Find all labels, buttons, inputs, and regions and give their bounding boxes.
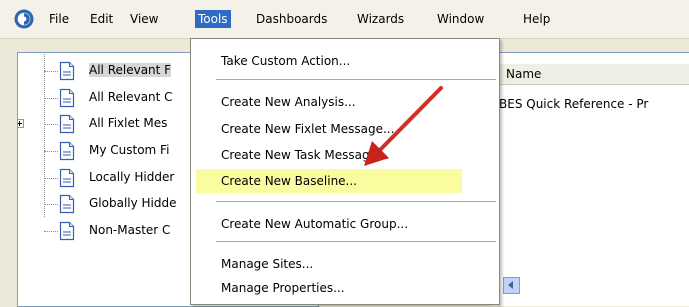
app-logo-icon[interactable] [14,9,34,29]
tools-dropdown-menu: Take Custom Action... Create New Analysi… [190,38,500,305]
document-icon [59,168,75,188]
list-item[interactable]: BES Quick Reference - Pr [499,97,648,111]
menu-item-create-new-task-message[interactable]: Create New Task Message... [196,143,496,167]
tree-item-label: Globally Hidde [89,196,177,210]
tree-item-label: All Fixlet Mes [89,116,168,130]
menu-item-label: Create New Task Message... [221,148,389,162]
document-icon [59,141,75,161]
menu-tools[interactable]: Tools [195,10,231,28]
tree-connector-line [44,231,58,232]
document-icon [59,194,75,214]
menu-help[interactable]: Help [520,10,553,28]
menu-view[interactable]: View [127,10,161,28]
document-icon [59,221,75,241]
menu-window[interactable]: Window [434,10,487,28]
menu-file[interactable]: File [46,10,72,28]
content-list[interactable]: Name BES Quick Reference - Pr [490,52,689,306]
menu-separator [216,79,496,80]
menu-item-label: Create New Baseline... [221,174,357,188]
tree-item-label: All Relevant C [89,90,173,104]
tree-connector-line [44,204,58,205]
menu-bar: File Edit View Tools Dashboards Wizards … [0,0,689,39]
column-header-label: Name [506,67,542,81]
tree-item-label: Locally Hidder [89,170,175,184]
menu-item-manage-properties[interactable]: Manage Properties... [196,276,496,300]
menu-dashboards[interactable]: Dashboards [253,10,330,28]
menu-separator [216,241,496,242]
tree-connector-line [44,98,58,99]
menu-item-create-new-fixlet-message[interactable]: Create New Fixlet Message... [196,117,496,141]
menu-edit[interactable]: Edit [87,10,116,28]
tree-connector-line [44,71,58,72]
tree-connector-line [44,124,58,125]
tree-item-label: Non-Master C [89,223,171,237]
document-icon [59,114,75,134]
tree-item-label: My Custom Fi [89,143,170,157]
tree-connector-line [44,151,58,152]
menu-item-take-custom-action[interactable]: Take Custom Action... [196,49,496,73]
menu-wizards[interactable]: Wizards [354,10,407,28]
menu-item-create-new-automatic-group[interactable]: Create New Automatic Group... [196,212,496,236]
document-icon [59,61,75,81]
menu-item-label: Manage Properties... [221,281,345,295]
menu-item-label: Take Custom Action... [221,54,351,68]
document-icon [59,88,75,108]
expand-plus-icon[interactable] [18,119,24,128]
menu-item-label: Manage Sites... [221,257,314,271]
menu-item-create-new-baseline[interactable]: Create New Baseline... [196,169,462,193]
menu-item-label: Create New Fixlet Message... [221,122,395,136]
tree-connector-line [44,178,58,179]
menu-item-manage-sites[interactable]: Manage Sites... [196,252,496,276]
tree-item-label: All Relevant F [89,63,172,77]
menu-separator [216,201,496,202]
menu-item-label: Create New Automatic Group... [221,217,409,231]
scroll-left-arrow-icon[interactable] [503,277,520,294]
column-header-name[interactable]: Name [490,63,689,85]
menu-item-create-new-analysis[interactable]: Create New Analysis... [196,90,496,114]
menu-item-label: Create New Analysis... [221,95,356,109]
